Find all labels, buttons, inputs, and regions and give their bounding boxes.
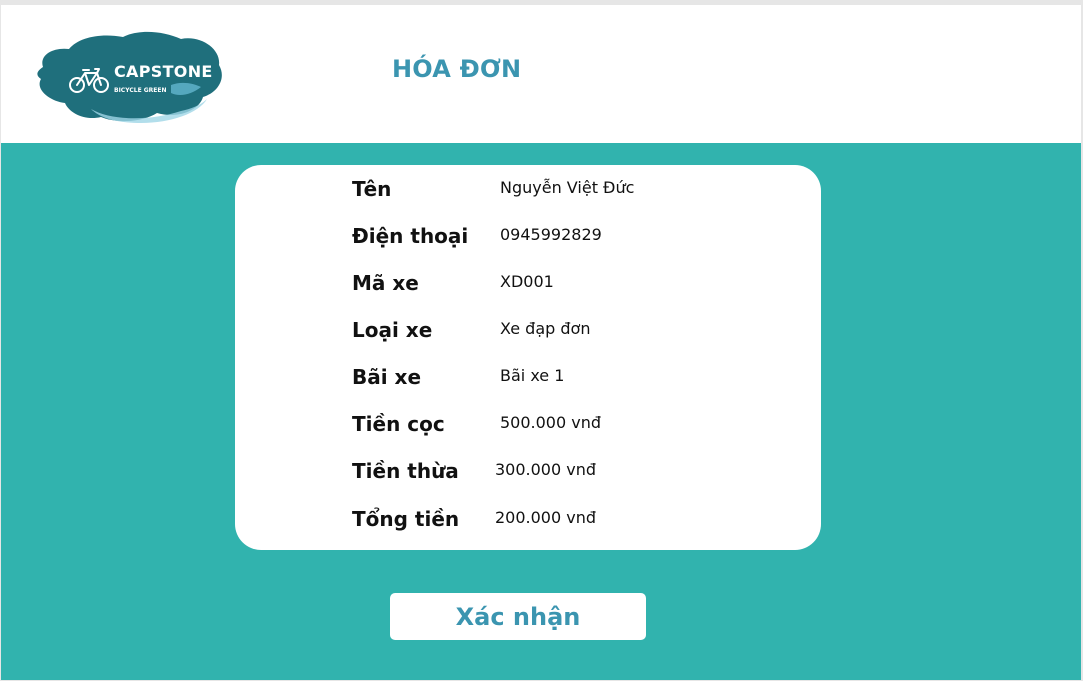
- invoice-row-deposit: Tiền cọc 500.000 vnđ: [235, 409, 821, 439]
- row-value: 200.000 vnđ: [495, 508, 597, 527]
- app-frame: CAPSTONE BICYCLE GREEN HÓA ĐƠN Tên Nguyễ…: [1, 5, 1081, 680]
- row-value: 300.000 vnđ: [495, 460, 597, 479]
- bicycle-icon: [67, 65, 111, 95]
- main-content: Tên Nguyễn Việt Đức Điện thoại 094599282…: [1, 143, 1081, 680]
- row-label: Tên: [352, 177, 392, 201]
- invoice-row-total: Tổng tiền 200.000 vnđ: [235, 504, 821, 534]
- invoice-card: Tên Nguyễn Việt Đức Điện thoại 094599282…: [235, 165, 821, 550]
- page-title: HÓA ĐƠN: [392, 55, 522, 83]
- header: CAPSTONE BICYCLE GREEN HÓA ĐƠN: [1, 5, 1081, 143]
- invoice-row-phone: Điện thoại 0945992829: [235, 221, 821, 251]
- invoice-row-station: Bãi xe Bãi xe 1: [235, 362, 821, 392]
- row-value: XD001: [500, 272, 554, 291]
- row-value: Bãi xe 1: [500, 366, 565, 385]
- row-label: Loại xe: [352, 318, 433, 342]
- logo: CAPSTONE BICYCLE GREEN: [31, 25, 231, 125]
- row-label: Bãi xe: [352, 365, 422, 389]
- logo-brand: CAPSTONE: [114, 62, 213, 81]
- confirm-button[interactable]: Xác nhận: [390, 593, 646, 640]
- row-value: Nguyễn Việt Đức: [500, 178, 635, 197]
- row-value: 500.000 vnđ: [500, 413, 602, 432]
- row-label: Điện thoại: [352, 224, 469, 248]
- invoice-row-bike-code: Mã xe XD001: [235, 268, 821, 298]
- invoice-row-name: Tên Nguyễn Việt Đức: [235, 174, 821, 204]
- row-label: Tổng tiền: [352, 507, 460, 531]
- invoice-row-change: Tiền thừa 300.000 vnđ: [235, 456, 821, 486]
- invoice-row-bike-type: Loại xe Xe đạp đơn: [235, 315, 821, 345]
- row-label: Tiền thừa: [352, 459, 459, 483]
- row-label: Tiền cọc: [352, 412, 445, 436]
- row-value: 0945992829: [500, 225, 602, 244]
- row-label: Mã xe: [352, 271, 419, 295]
- logo-tagline: BICYCLE GREEN: [114, 87, 167, 94]
- row-value: Xe đạp đơn: [500, 319, 591, 338]
